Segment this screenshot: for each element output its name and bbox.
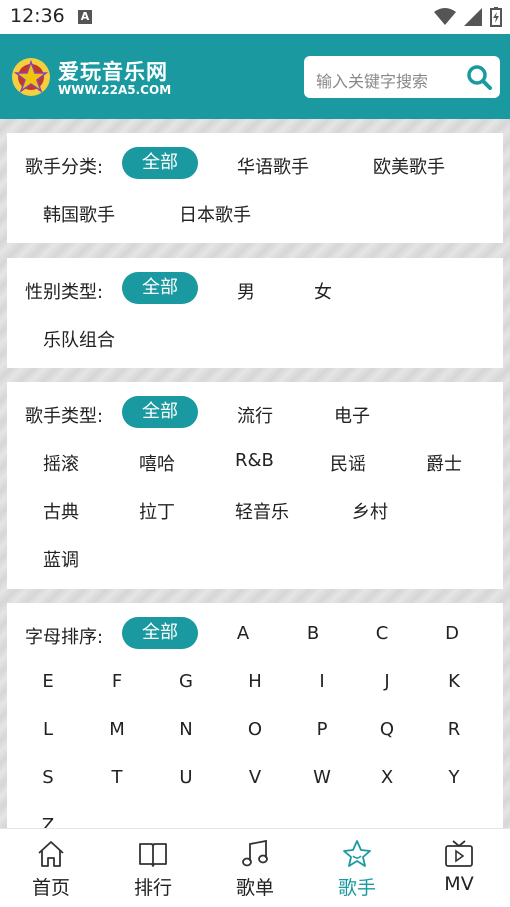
letter-filter-card: 字母排序: 全部 A B C D E F G H I J K L M N O P Q R S T U V W X Y Z — [7, 603, 503, 828]
letter-option[interactable]: R — [439, 719, 469, 740]
logo-icon — [12, 58, 50, 96]
letter-option[interactable]: K — [439, 671, 469, 692]
letter-option[interactable]: V — [240, 767, 270, 788]
genre-option-all[interactable]: 全部 — [122, 396, 198, 428]
status-time: 12:36 — [10, 5, 65, 27]
tab-playlist-label: 歌单 — [235, 877, 274, 899]
filter-panel: 歌手分类: 全部 华语歌手 欧美歌手 韩国歌手 日本歌手 性别类型: 全部 男 … — [0, 119, 510, 828]
letter-option[interactable]: O — [240, 719, 270, 740]
logo-title: 爱玩音乐网 — [58, 60, 168, 84]
wifi-icon — [434, 8, 456, 25]
letter-option[interactable]: U — [171, 767, 201, 788]
notification-icon: A — [78, 10, 92, 24]
book-icon — [139, 843, 167, 867]
category-option-japanese[interactable]: 日本歌手 — [179, 201, 251, 227]
letter-option[interactable]: I — [307, 671, 337, 692]
status-icons — [434, 7, 502, 27]
genre-option-rock[interactable]: 摇滚 — [43, 450, 79, 476]
gender-option-band[interactable]: 乐队组合 — [43, 326, 115, 352]
genre-option-classical[interactable]: 古典 — [43, 498, 79, 524]
genre-option-latin[interactable]: 拉丁 — [139, 498, 175, 524]
gender-option-male[interactable]: 男 — [237, 278, 255, 304]
tab-singers[interactable]: 歌手 — [306, 829, 408, 907]
letter-option[interactable]: N — [171, 719, 201, 740]
letter-option-all[interactable]: 全部 — [122, 617, 198, 649]
letter-option[interactable]: B — [298, 623, 328, 644]
letter-option[interactable]: L — [33, 719, 63, 740]
search-icon[interactable] — [466, 64, 492, 90]
app-header: 爱玩音乐网 WWW.22A5.COM 输入关键字搜索 — [0, 34, 510, 119]
genre-option-light-music[interactable]: 轻音乐 — [235, 498, 289, 524]
category-label: 歌手分类: — [25, 157, 104, 178]
tab-ranking[interactable]: 排行 — [102, 829, 204, 907]
tab-mv[interactable]: MV — [408, 829, 510, 907]
tab-home-label: 首页 — [31, 877, 70, 899]
genre-option-pop[interactable]: 流行 — [237, 402, 273, 428]
letter-option[interactable]: T — [102, 767, 132, 788]
search-placeholder: 输入关键字搜索 — [316, 72, 429, 91]
logo-url: WWW.22A5.COM — [58, 83, 172, 97]
category-option-western[interactable]: 欧美歌手 — [373, 153, 445, 179]
signal-icon — [464, 8, 482, 26]
battery-icon — [490, 7, 502, 27]
genre-option-rnb[interactable]: R&B — [235, 450, 274, 471]
genre-option-folk[interactable]: 民谣 — [330, 450, 366, 476]
star-icon — [343, 840, 371, 867]
home-icon — [38, 841, 64, 867]
status-bar: 12:36 A — [0, 0, 510, 34]
tab-singers-label: 歌手 — [337, 877, 376, 899]
bottom-tab-bar: 首页 排行 歌单 歌手 MV — [0, 828, 510, 907]
gender-option-all[interactable]: 全部 — [122, 272, 198, 304]
music-note-icon — [242, 839, 268, 867]
category-option-korean[interactable]: 韩国歌手 — [43, 201, 115, 227]
letter-option[interactable]: Y — [439, 767, 469, 788]
letter-option[interactable]: H — [240, 671, 270, 692]
tab-mv-label: MV — [444, 873, 474, 895]
letter-option[interactable]: E — [33, 671, 63, 692]
letter-option[interactable]: G — [171, 671, 201, 692]
letter-option[interactable]: Q — [372, 719, 402, 740]
letter-option[interactable]: X — [372, 767, 402, 788]
category-option-all[interactable]: 全部 — [122, 147, 198, 179]
letter-option[interactable]: P — [307, 719, 337, 740]
genre-option-hiphop[interactable]: 嘻哈 — [139, 450, 175, 476]
tab-home[interactable]: 首页 — [0, 829, 102, 907]
genre-filter-card: 歌手类型: 全部 流行 电子 摇滚 嘻哈 R&B 民谣 爵士 古典 拉丁 轻音乐… — [7, 382, 503, 589]
tv-icon — [445, 840, 473, 867]
letter-option[interactable]: W — [307, 767, 337, 788]
gender-option-female[interactable]: 女 — [314, 278, 332, 304]
letter-option[interactable]: A — [228, 623, 258, 644]
genre-option-electronic[interactable]: 电子 — [334, 402, 370, 428]
letter-option[interactable]: F — [102, 671, 132, 692]
genre-option-jazz[interactable]: 爵士 — [426, 450, 462, 476]
letter-option[interactable]: S — [33, 767, 63, 788]
gender-filter-card: 性别类型: 全部 男 女 乐队组合 — [7, 258, 503, 368]
logo[interactable]: 爱玩音乐网 WWW.22A5.COM — [10, 52, 190, 102]
tab-ranking-label: 排行 — [133, 877, 172, 899]
letter-option[interactable]: C — [367, 623, 397, 644]
category-filter-card: 歌手分类: 全部 华语歌手 欧美歌手 韩国歌手 日本歌手 — [7, 133, 503, 243]
category-option-chinese[interactable]: 华语歌手 — [237, 153, 309, 179]
letter-option[interactable]: J — [372, 671, 402, 692]
letter-label: 字母排序: — [25, 627, 104, 648]
genre-option-blues[interactable]: 蓝调 — [43, 546, 79, 572]
genre-label: 歌手类型: — [25, 406, 104, 427]
letter-option[interactable]: Z — [33, 815, 63, 828]
letter-option[interactable]: D — [437, 623, 467, 644]
genre-option-country[interactable]: 乡村 — [352, 498, 388, 524]
search-input[interactable]: 输入关键字搜索 — [304, 56, 500, 98]
tab-playlist[interactable]: 歌单 — [204, 829, 306, 907]
letter-option[interactable]: M — [102, 719, 132, 740]
gender-label: 性别类型: — [25, 282, 104, 303]
